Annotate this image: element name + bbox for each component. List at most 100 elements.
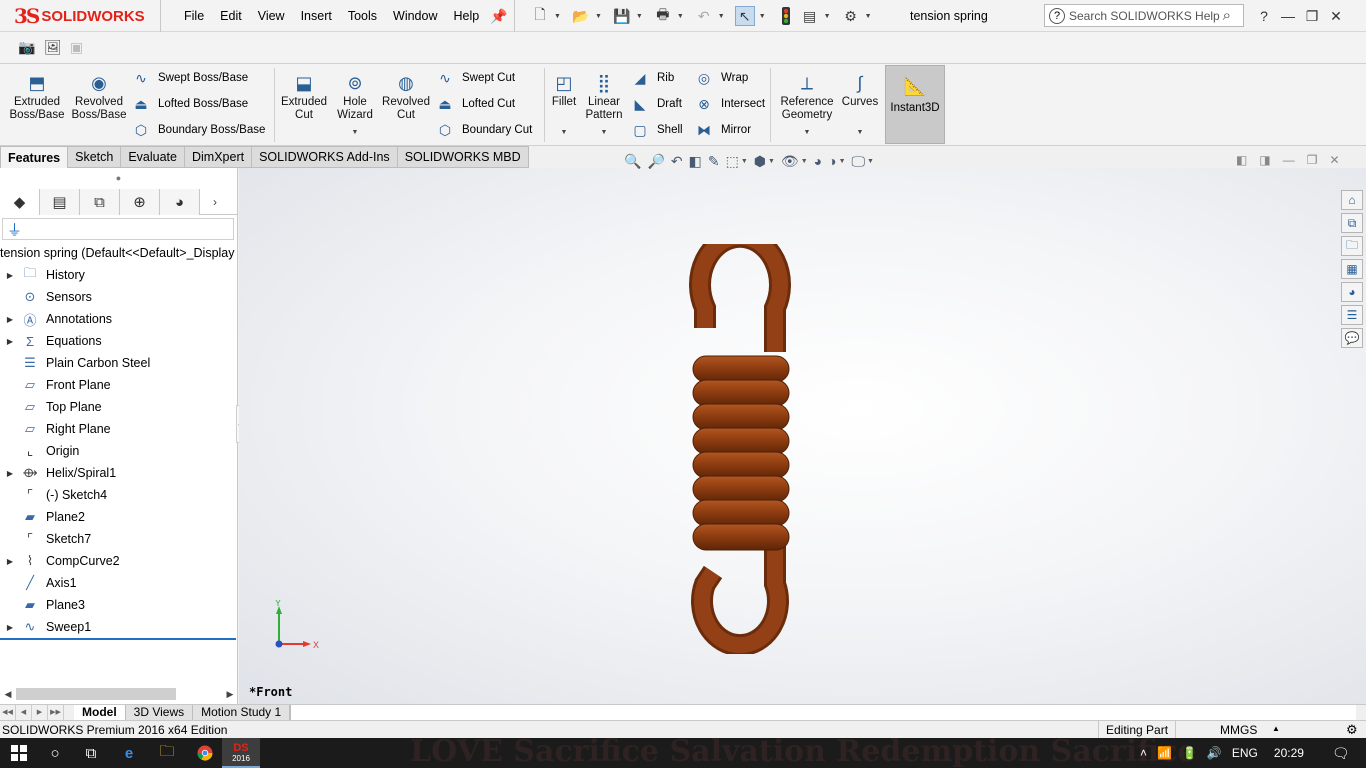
expand-arrow-icon[interactable]: ▶ — [0, 557, 20, 566]
solidworks-taskbar-icon[interactable]: DS 2016 — [222, 738, 260, 768]
chevron-down-icon[interactable]: ▼ — [778, 126, 836, 139]
task-view-icon[interactable]: ⧉ — [72, 738, 110, 768]
menu-view[interactable]: View — [250, 9, 293, 23]
swept-cut-button[interactable]: ∿ Swept Cut — [436, 69, 515, 87]
edit-appearance-icon[interactable]: ◕ — [814, 153, 822, 169]
search-icon[interactable]: ⌕ — [1223, 7, 1231, 24]
last-tab-icon[interactable]: ▶▶ — [48, 705, 64, 720]
expand-arrow-icon[interactable]: ▶ — [0, 337, 20, 346]
new-document-icon[interactable]: 🗋 — [530, 6, 550, 26]
feature-manager-tab-icon[interactable]: ◆ — [0, 189, 40, 215]
solidworks-resources-icon[interactable]: ⌂ — [1341, 190, 1363, 210]
zoom-to-area-icon[interactable]: 🔎 — [647, 153, 664, 170]
appearances-icon[interactable]: ◕ — [1341, 282, 1363, 302]
previous-view-icon[interactable]: ↶ — [671, 153, 683, 170]
extruded-boss-button[interactable]: ⬒ Extruded Boss/Base — [8, 72, 66, 122]
tab-evaluate[interactable]: Evaluate — [121, 146, 185, 168]
expand-arrow-icon[interactable]: ▶ — [0, 623, 20, 632]
tree-item-right-plane[interactable]: ▱ Right Plane — [0, 418, 238, 440]
chevron-right-icon[interactable]: › — [200, 189, 230, 214]
file-explorer-icon[interactable]: 🗀 — [1341, 236, 1363, 256]
tile-right-icon[interactable]: ◨ — [1259, 153, 1270, 167]
tree-item-sketch7[interactable]: ⌜ Sketch7 — [0, 528, 238, 550]
custom-properties-icon[interactable]: ☰ — [1341, 305, 1363, 325]
minimize-button[interactable]: — — [1276, 8, 1300, 24]
save-icon[interactable]: 💾 — [612, 6, 632, 26]
display-manager-tab-icon[interactable]: ◕ — [160, 189, 200, 215]
menu-help[interactable]: Help — [446, 9, 488, 23]
chevron-down-icon[interactable]: ▼ — [824, 13, 831, 20]
tree-item-plane3[interactable]: ▰ Plane3 — [0, 594, 238, 616]
shell-button[interactable]: ▢ Shell — [631, 121, 682, 139]
first-tab-icon[interactable]: ◀◀ — [0, 705, 16, 720]
chevron-down-icon[interactable]: ▼ — [865, 13, 872, 20]
chevron-down-icon[interactable]: ▼ — [801, 158, 808, 165]
tree-root-part[interactable]: ◆ tension spring (Default<<Default>_Disp… — [0, 242, 238, 264]
action-center-icon[interactable]: 🗨 — [1332, 745, 1350, 762]
extruded-cut-button[interactable]: ⬓ Extruded Cut — [278, 72, 330, 122]
chevron-down-icon[interactable]: ▼ — [330, 126, 380, 139]
dimxpert-manager-tab-icon[interactable]: ⊕ — [120, 189, 160, 215]
menu-file[interactable]: File — [176, 9, 212, 23]
property-manager-tab-icon[interactable]: ▤ — [40, 189, 80, 215]
file-explorer-taskbar-icon[interactable]: 🗀 — [148, 738, 186, 768]
chevron-down-icon[interactable]: ▼ — [554, 13, 561, 20]
file-properties-icon[interactable]: ▤ — [800, 6, 820, 26]
tree-item-origin[interactable]: ⌞ Origin — [0, 440, 238, 462]
tree-item-history[interactable]: ▶ 🗀 History — [0, 264, 238, 286]
chevron-down-icon[interactable]: ▼ — [582, 126, 626, 139]
snapshot-icon[interactable]: 🖼 — [44, 39, 62, 57]
tree-item-sweep1[interactable]: ▶ ∿ Sweep1 — [0, 616, 238, 638]
tree-item-sketch4[interactable]: ⌜ (-) Sketch4 — [0, 484, 238, 506]
menu-edit[interactable]: Edit — [212, 9, 250, 23]
horizontal-scrollbar[interactable]: ◀ ▶ — [0, 686, 238, 702]
intersect-button[interactable]: ⊗ Intersect — [695, 95, 765, 113]
chevron-down-icon[interactable]: ▼ — [768, 158, 775, 165]
chrome-icon[interactable] — [186, 738, 224, 768]
tab-features[interactable]: Features — [0, 146, 69, 168]
next-tab-icon[interactable]: ▶ — [32, 705, 48, 720]
unit-system-selector[interactable]: MMGS — [1220, 723, 1257, 737]
chevron-down-icon[interactable]: ▼ — [741, 158, 748, 165]
instant3d-button[interactable]: 📐 Instant3D — [885, 65, 945, 144]
open-document-icon[interactable]: 📂 — [571, 6, 591, 26]
expand-arrow-icon[interactable]: ▶ — [0, 271, 20, 280]
chevron-down-icon[interactable]: ▼ — [840, 126, 880, 139]
chevron-down-icon[interactable]: ▼ — [677, 13, 684, 20]
swept-boss-button[interactable]: ∿ Swept Boss/Base — [132, 69, 248, 87]
mirror-button[interactable]: ⧓ Mirror — [695, 121, 751, 139]
pin-menu-icon[interactable]: 📌 — [490, 8, 507, 25]
solidworks-logo[interactable]: 3S SOLIDWORKS — [14, 2, 145, 30]
chevron-down-icon[interactable]: ▼ — [839, 158, 846, 165]
view-palette-icon[interactable]: ▦ — [1341, 259, 1363, 279]
tile-left-icon[interactable]: ◧ — [1236, 153, 1247, 167]
tree-item-axis1[interactable]: ╱ Axis1 — [0, 572, 238, 594]
close-button[interactable]: ✕ — [1324, 8, 1348, 25]
dynamic-annotation-icon[interactable]: ✎ — [708, 153, 720, 170]
chevron-down-icon[interactable]: ▼ — [548, 126, 580, 139]
options-gear-icon[interactable]: ⚙ — [841, 6, 861, 26]
tree-item-top-plane[interactable]: ▱ Top Plane — [0, 396, 238, 418]
help-button[interactable]: ? — [1252, 8, 1276, 24]
revolved-boss-button[interactable]: ◉ Revolved Boss/Base — [70, 72, 128, 122]
tab-sketch[interactable]: Sketch — [68, 146, 122, 168]
view-orientation-icon[interactable]: ⬚ — [726, 153, 739, 170]
battery-icon[interactable]: 🔋 — [1182, 746, 1197, 760]
scroll-thumb[interactable] — [16, 688, 176, 700]
tree-item-annotations[interactable]: ▶ Ⓐ Annotations — [0, 308, 238, 330]
tab-mbd[interactable]: SOLIDWORKS MBD — [397, 146, 529, 168]
tree-filter[interactable]: ⏚ — [2, 218, 234, 240]
apply-scene-icon[interactable]: ◑ — [828, 153, 836, 169]
hide-show-items-icon[interactable]: 👁 — [781, 153, 799, 170]
chevron-down-icon[interactable]: ▼ — [718, 13, 725, 20]
tree-item-front-plane[interactable]: ▱ Front Plane — [0, 374, 238, 396]
menu-tools[interactable]: Tools — [340, 9, 385, 23]
configuration-manager-tab-icon[interactable]: ⧉ — [80, 189, 120, 215]
tree-item-helix[interactable]: ▶ ⟴ Helix/Spiral1 — [0, 462, 238, 484]
boundary-boss-button[interactable]: ⬡ Boundary Boss/Base — [132, 121, 266, 139]
chevron-down-icon[interactable]: ▼ — [595, 13, 602, 20]
help-search-box[interactable]: ? Search SOLIDWORKS Help ⌕ — [1044, 4, 1244, 27]
lofted-cut-button[interactable]: ⏏ Lofted Cut — [436, 95, 515, 113]
tab-3d-views[interactable]: 3D Views — [125, 705, 194, 720]
forum-icon[interactable]: 💬 — [1341, 328, 1363, 348]
